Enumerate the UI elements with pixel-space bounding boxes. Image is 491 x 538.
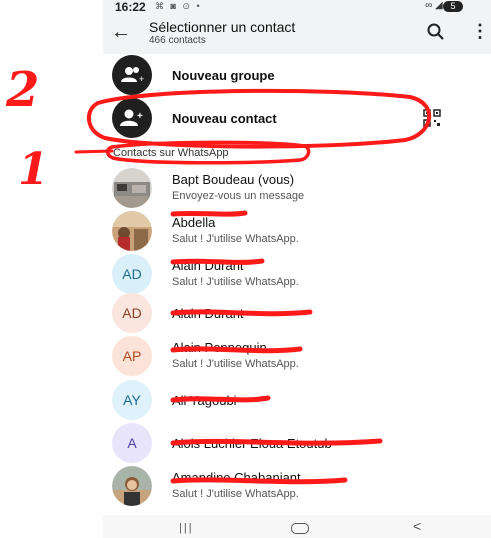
new-contact-label: Nouveau contact <box>172 111 277 126</box>
annotation-number-two: 2 <box>5 62 39 118</box>
navigation-bar: ||| < <box>103 515 491 538</box>
home-icon[interactable] <box>291 523 309 534</box>
recent-apps-icon[interactable]: ||| <box>179 522 194 534</box>
qr-code-icon[interactable] <box>423 109 441 127</box>
contact-row[interactable]: Amandine Chabaniant Salut ! J'utilise Wh… <box>103 466 491 506</box>
avatar: AY <box>112 380 152 420</box>
contact-name: Alois Luchier Eloua Etoutub <box>172 436 332 451</box>
contact-status: Salut ! J'utilise WhatsApp. <box>172 358 299 370</box>
new-group-label: Nouveau groupe <box>172 68 275 83</box>
contact-row[interactable]: AD Alain Durant Salut ! J'utilise WhatsA… <box>103 254 491 294</box>
contact-name: Ali Yagoubi <box>172 393 237 408</box>
contact-name: Bapt Boudeau (vous) <box>172 172 295 187</box>
avatar <box>112 466 152 506</box>
status-time: 16:22 <box>115 0 146 14</box>
contact-name: Alain Durant <box>172 306 244 321</box>
new-group-row[interactable]: + Nouveau groupe <box>103 55 491 95</box>
contact-status: Salut ! J'utilise WhatsApp. <box>172 276 299 288</box>
contact-row[interactable]: AD Alain Durant <box>103 293 491 333</box>
avatar <box>112 211 152 251</box>
avatar <box>112 168 152 208</box>
phone-screen: 16:22 ⌘ ◙ ⊙ • ∞ ◢ ▮ 5 ← Sélectionner un … <box>103 0 491 538</box>
avatar: AD <box>112 293 152 333</box>
contact-status: Salut ! J'utilise WhatsApp. <box>172 488 299 500</box>
more-options-icon[interactable]: ⋮ <box>471 21 489 43</box>
avatar: AP <box>112 336 152 376</box>
group-add-icon: + <box>112 55 152 95</box>
battery-icon: 5 <box>443 1 463 12</box>
annotation-number-one: 1 <box>18 144 49 195</box>
svg-text:+: + <box>137 111 143 122</box>
status-bar: 16:22 ⌘ ◙ ⊙ • ∞ ◢ ▮ 5 <box>103 0 491 14</box>
section-header: Contacts sur WhatsApp <box>113 147 229 159</box>
contact-row[interactable]: AP Alain Pennequin Salut ! J'utilise Wha… <box>103 336 491 376</box>
svg-text:+: + <box>139 74 144 84</box>
avatar: A <box>112 423 152 463</box>
contact-row[interactable]: A Alois Luchier Eloua Etoutub <box>103 423 491 463</box>
person-add-icon: + <box>112 98 152 138</box>
avatar: AD <box>112 254 152 294</box>
contact-row[interactable]: Abdella Salut ! J'utilise WhatsApp. <box>103 211 491 251</box>
contact-status: Envoyez-vous un message <box>172 190 305 202</box>
back-arrow-icon[interactable]: ← <box>109 20 133 44</box>
nav-back-icon[interactable]: < <box>413 518 421 534</box>
search-icon[interactable] <box>425 21 447 43</box>
contact-status: Salut ! J'utilise WhatsApp. <box>172 233 299 245</box>
contact-count: 466 contacts <box>149 35 206 46</box>
contact-name: Amandine Chabaniant <box>172 470 301 485</box>
notification-icons: ⌘ ◙ ⊙ • <box>155 1 202 11</box>
contact-name: Alain Pennequin <box>172 340 267 355</box>
contact-row[interactable]: Bapt Boudeau (vous) Envoyez-vous un mess… <box>103 168 491 208</box>
page-title: Sélectionner un contact <box>149 19 296 35</box>
app-bar: ← Sélectionner un contact 466 contacts ⋮ <box>103 14 491 54</box>
contact-row[interactable]: AY Ali Yagoubi <box>103 380 491 420</box>
contact-name: Alain Durant <box>172 258 244 273</box>
new-contact-row[interactable]: + Nouveau contact <box>103 98 491 138</box>
contact-name: Abdella <box>172 215 216 230</box>
